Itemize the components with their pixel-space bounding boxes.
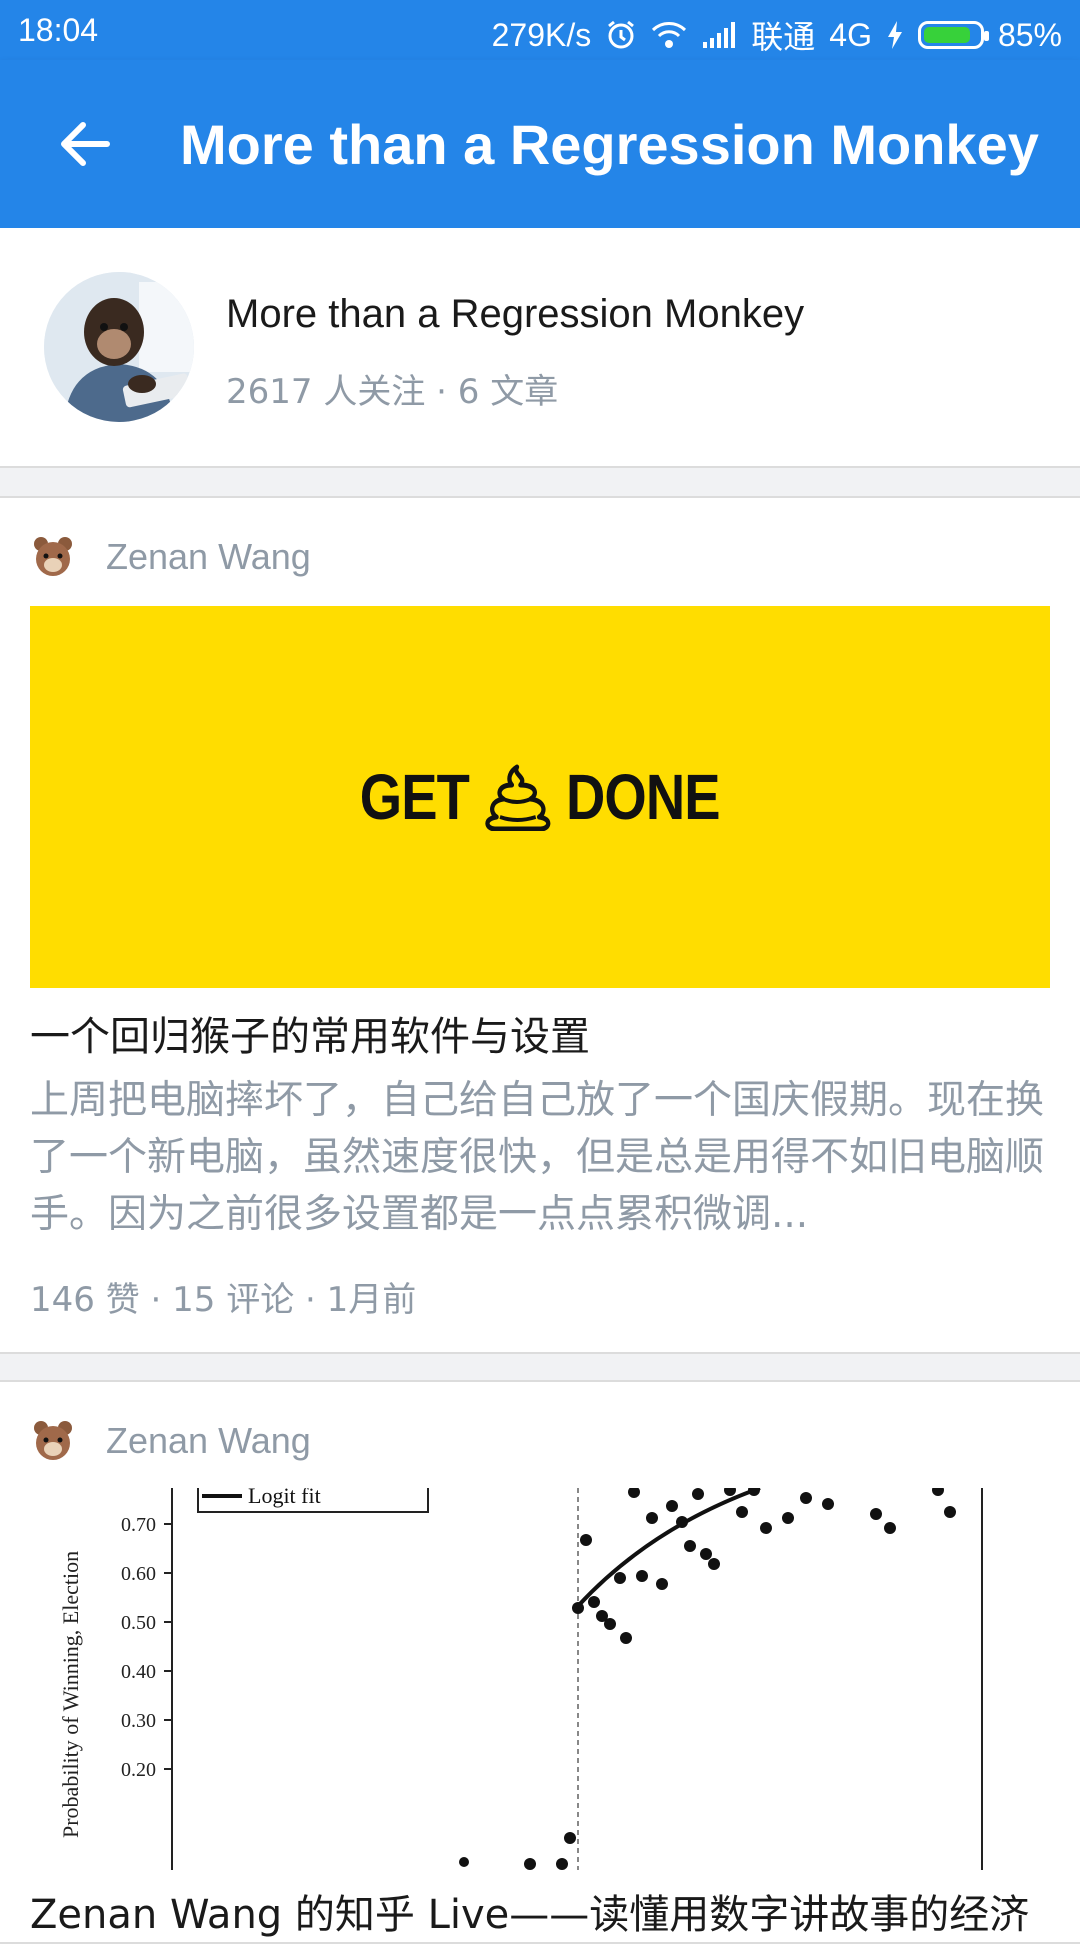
author-avatar (30, 534, 76, 580)
post-card[interactable]: Zenan Wang Probability of Winning, Elect… (0, 1380, 1080, 1944)
y-tick-label: 0.60 (121, 1563, 156, 1585)
back-button[interactable] (44, 104, 124, 184)
carrier-name: 联通 (751, 19, 816, 55)
status-time: 18:04 (18, 12, 99, 48)
y-axis-label: Probability of Winning, Election (58, 1551, 83, 1838)
y-tick-label: 0.30 (121, 1710, 156, 1732)
column-name: More than a Regression Monkey (226, 292, 805, 336)
column-header[interactable]: More than a Regression Monkey 2617 人关注 ·… (0, 228, 1080, 468)
y-tick-label: 0.20 (121, 1759, 156, 1781)
cover-text-right: DONE (566, 761, 721, 833)
post-title[interactable]: 一个回归猴子的常用软件与设置 (30, 1004, 590, 1062)
signal-icon (701, 20, 737, 50)
post-author-row[interactable]: Zenan Wang (30, 534, 311, 580)
poop-icon (485, 764, 551, 831)
battery-percent: 85% (997, 16, 1062, 53)
post-card[interactable]: Zenan Wang GET DONE 一个回归猴子的常用软件与设置 上周把电脑… (0, 496, 1080, 1354)
column-avatar[interactable] (44, 272, 194, 422)
post-author-row[interactable]: Zenan Wang (30, 1418, 311, 1464)
cover-text: GET DONE (360, 760, 721, 834)
y-tick-label: 0.50 (121, 1612, 156, 1634)
author-avatar (30, 1418, 76, 1464)
author-name: Zenan Wang (106, 1420, 311, 1461)
battery-icon (917, 21, 989, 49)
status-indicators: 279K/s 联通 4G 85% (492, 12, 1062, 58)
app-bar: More than a Regression Monkey (0, 60, 1080, 228)
post-title[interactable]: Zenan Wang 的知乎 Live——读懂用数字讲故事的经济 (30, 1882, 1029, 1940)
y-tick-label: 0.70 (121, 1514, 156, 1536)
cover-chart-ylabel: Probability of Winning, Election (58, 1551, 83, 1838)
post-cover-image[interactable]: GET DONE (30, 606, 1050, 988)
battery-level-fill (923, 27, 970, 43)
column-meta: 2617 人关注 · 6 文章 (226, 372, 559, 412)
post-meta: 146 赞 · 15 评论 · 1月前 (30, 1280, 417, 1320)
y-tick-label: 0.40 (121, 1661, 156, 1683)
network-speed: 279K/s (491, 16, 592, 53)
network-type: 4G (829, 16, 872, 53)
charging-icon (886, 20, 904, 50)
wifi-icon (651, 20, 687, 50)
post-cover-image[interactable]: Probability of Winning, Election 0.70 0.6… (30, 1488, 1050, 1870)
app-bar-title: More than a Regression Monkey (180, 113, 1039, 176)
cover-text-left: GET (360, 761, 470, 833)
post-excerpt: 上周把电脑摔坏了，自己给自己放了一个国庆假期。现在换了一个新电脑，虽然速度很快，… (30, 1078, 1045, 1237)
status-bar: 18:04 279K/s 联通 4G 85% (0, 0, 1080, 60)
arrow-left-icon (61, 122, 110, 166)
chart-legend-label: Logit fit (248, 1488, 321, 1508)
alarm-icon (605, 19, 637, 51)
author-name: Zenan Wang (106, 536, 311, 577)
